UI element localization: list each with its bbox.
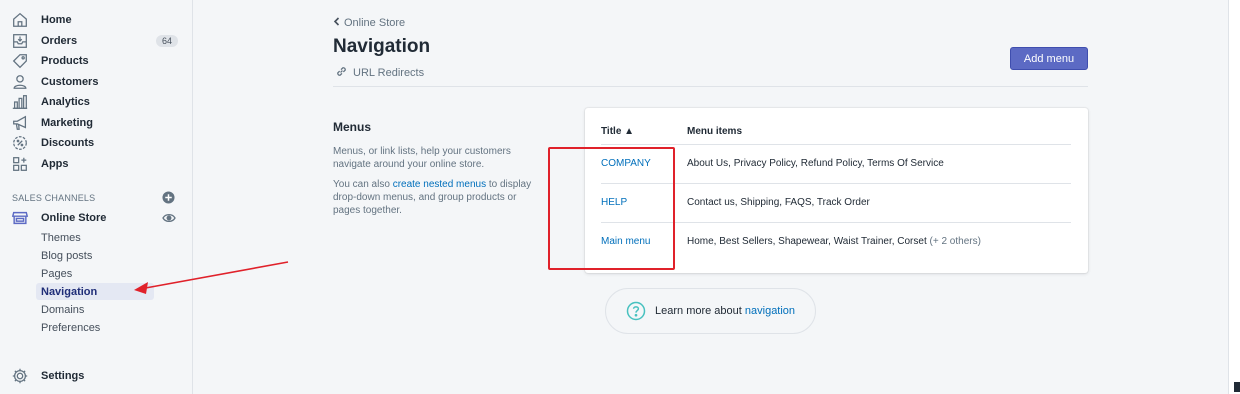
learn-more-callout: Learn more about navigation [605,288,816,334]
page-title: Navigation [333,36,431,57]
url-redirects-label: URL Redirects [353,67,425,79]
sidebar-item-label: Home [41,14,72,26]
menu-items-cell: Contact us, Shipping, FAQS, Track Order [687,197,870,208]
column-header-title[interactable]: Title ▲ [601,126,634,137]
scrollbar-corner [1234,382,1240,392]
annotation-highlight-box [548,147,675,270]
sidebar-item-label: Marketing [41,117,93,129]
sidebar-item-label: Apps [41,158,69,170]
sidebar-item-apps[interactable]: Apps [0,154,193,174]
sidebar-item-label: Orders [41,35,78,47]
sidebar: Home Orders 64 Products Customers Analyt… [0,0,193,394]
store-icon [11,209,29,227]
menu-items-cell: Home, Best Sellers, Shapewear, Waist Tra… [687,236,981,247]
nested-menus-description: You can also create nested menus to disp… [333,178,543,217]
sidebar-subitem-domains[interactable]: Domains [36,301,154,318]
sidebar-item-label: Discounts [41,137,95,149]
gear-icon [11,367,29,385]
nested-prefix: You can also [333,179,393,190]
orders-icon [11,32,29,50]
window-scrollbar[interactable] [1228,0,1240,394]
bar-chart-icon [11,93,29,111]
sidebar-item-discounts[interactable]: Discounts [0,133,193,153]
learn-more-prefix: Learn more about [655,305,745,317]
help-question-icon [626,301,646,321]
sidebar-item-customers[interactable]: Customers [0,72,193,92]
apps-icon [11,155,29,173]
back-to-online-store-link[interactable]: Online Store [333,17,405,29]
row-divider [601,144,1071,145]
sidebar-subitem-preferences[interactable]: Preferences [36,319,154,336]
discount-icon [11,134,29,152]
sidebar-item-label: Customers [41,76,99,88]
sidebar-item-analytics[interactable]: Analytics [0,92,193,112]
view-store-eye-icon[interactable] [162,212,176,224]
menu-items-text: Home, Best Sellers, Shapewear, Waist Tra… [687,236,927,247]
sidebar-item-label: Online Store [41,212,107,224]
tag-icon [11,52,29,70]
sidebar-item-home[interactable]: Home [0,10,193,30]
learn-more-text: Learn more about navigation [655,305,795,317]
sidebar-subitem-navigation[interactable]: Navigation [36,283,154,300]
create-nested-menus-link[interactable]: create nested menus [393,179,486,190]
sidebar-subitem-themes[interactable]: Themes [36,229,154,246]
chevron-left-icon [333,17,340,29]
sidebar-item-label: Settings [41,370,85,382]
sales-channels-heading: SALES CHANNELS [12,193,96,203]
sidebar-item-products[interactable]: Products [0,51,193,71]
header-divider [333,86,1088,87]
menus-description: Menus, or link lists, help your customer… [333,146,511,170]
person-icon [11,73,29,91]
menu-items-cell: About Us, Privacy Policy, Refund Policy,… [687,158,944,169]
url-redirects-link[interactable]: URL Redirects [335,65,424,81]
column-header-menu-items: Menu items [687,126,743,137]
more-items-count: (+ 2 others) [929,236,981,247]
home-icon [11,11,29,29]
megaphone-icon [11,114,29,132]
back-link-label: Online Store [344,17,406,29]
sidebar-item-label: Analytics [41,96,90,108]
sidebar-subitem-blog-posts[interactable]: Blog posts [36,247,154,264]
menu-items-text: About Us, Privacy Policy, Refund Policy,… [687,158,944,169]
add-channel-icon[interactable] [162,191,175,204]
navigation-help-link[interactable]: navigation [745,305,795,317]
sidebar-subitem-pages[interactable]: Pages [36,265,154,282]
menus-section-heading: Menus [333,120,372,134]
orders-count-badge: 64 [156,35,179,47]
sidebar-item-orders[interactable]: Orders 64 [0,31,193,51]
link-icon [335,65,348,81]
sidebar-item-settings[interactable]: Settings [0,366,193,386]
add-menu-button[interactable]: Add menu [1010,47,1088,70]
menu-items-text: Contact us, Shipping, FAQS, Track Order [687,197,870,208]
sidebar-item-marketing[interactable]: Marketing [0,113,193,133]
sidebar-item-label: Products [41,55,89,67]
